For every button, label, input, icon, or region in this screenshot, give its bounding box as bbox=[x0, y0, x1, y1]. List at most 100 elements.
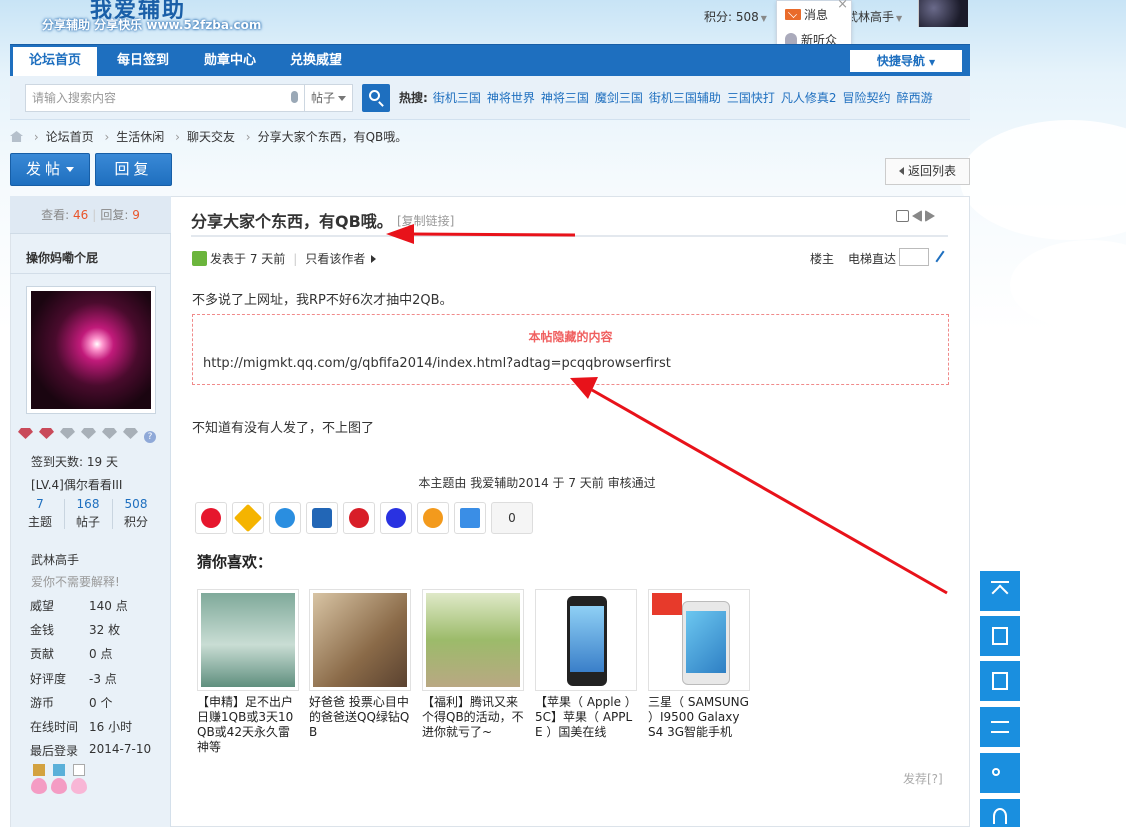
post-text-line: 不知道有没有人发了，不上图了 bbox=[192, 421, 375, 436]
recommend-item[interactable]: 【申精】足不出户日赚1QB或3天10QB或42天永久雷神等 bbox=[197, 589, 299, 755]
copy-link[interactable]: [复制链接] bbox=[397, 212, 454, 229]
attr-value: 0 个 bbox=[89, 696, 113, 710]
weibo-share-icon[interactable] bbox=[195, 502, 227, 534]
quick-nav-button[interactable]: 快捷导航 ▼ bbox=[850, 50, 962, 72]
breadcrumb-item[interactable]: 聊天交友 bbox=[187, 130, 235, 144]
medal-icon[interactable] bbox=[30, 764, 48, 796]
stat-posts[interactable]: 168 帖子 bbox=[66, 497, 110, 530]
tab-forum-home[interactable]: 论坛首页 bbox=[13, 47, 97, 77]
user-level[interactable]: [LV.4]偶尔看看III bbox=[31, 476, 122, 493]
views-count: 46 bbox=[73, 208, 89, 222]
hot-keyword[interactable]: 醉西游 bbox=[897, 91, 933, 105]
hidden-url[interactable]: http://migmkt.qq.com/g/qbfifa2014/index.… bbox=[203, 356, 671, 371]
posted-time: 发表于 7 天前 bbox=[210, 252, 286, 266]
profile-float-button[interactable] bbox=[980, 799, 1020, 827]
hot-keyword[interactable]: 冒险契约 bbox=[843, 91, 891, 105]
hot-keyword[interactable]: 魔剑三国 bbox=[595, 91, 643, 105]
top-username[interactable]: 武林高手 ▼ bbox=[846, 8, 902, 25]
new-post-button[interactable]: 发帖 bbox=[10, 153, 90, 186]
medal-icon[interactable] bbox=[70, 764, 88, 796]
recommend-item[interactable]: 【苹果（ Apple ）5C】苹果（ APPLE ）国美在线 bbox=[535, 589, 637, 740]
audit-note: 本主题由 我爱辅助2014 于 7 天前 审核通过 bbox=[418, 476, 656, 490]
replies-count: 9 bbox=[132, 208, 140, 222]
close-icon[interactable]: × bbox=[837, 0, 848, 12]
attr-key: 在线时间 bbox=[30, 720, 79, 734]
chevron-down-icon bbox=[66, 167, 74, 172]
author-name[interactable]: 操你妈嘞个屁 bbox=[26, 249, 98, 266]
breadcrumb-item[interactable]: 论坛首页 bbox=[46, 130, 94, 144]
hidden-content-box: 本帖隐藏的内容 http://migmkt.qq.com/g/qbfifa201… bbox=[192, 314, 949, 385]
netease-share-icon[interactable] bbox=[343, 502, 375, 534]
tab-daily-signin[interactable]: 每日签到 bbox=[103, 45, 183, 77]
hot-keyword[interactable]: 街机三国 bbox=[433, 91, 481, 105]
tab-exchange[interactable]: 兑换威望 bbox=[276, 45, 356, 77]
share-float-button[interactable] bbox=[980, 753, 1020, 793]
stat-label: 主题 bbox=[27, 515, 52, 529]
site-logo[interactable]: 我爱辅助 分享辅助 分享快乐 www.52fzba.com bbox=[40, 0, 300, 40]
help-icon[interactable]: ? bbox=[144, 431, 156, 443]
qq-share-icon[interactable] bbox=[417, 502, 449, 534]
recommend-item[interactable]: 【福利】腾讯又来个得QB的活动，不进你就亏了~ bbox=[422, 589, 524, 740]
chevron-down-icon: ▼ bbox=[929, 58, 936, 67]
floor-jump-input[interactable] bbox=[899, 248, 929, 266]
reply-button[interactable]: 回复 bbox=[95, 153, 172, 186]
tab-medal-center[interactable]: 勋章中心 bbox=[190, 45, 270, 77]
recommend-help[interactable]: 发荐[?] bbox=[903, 770, 943, 787]
menu-button[interactable] bbox=[980, 707, 1020, 747]
recommend-caption: 【福利】腾讯又来个得QB的活动，不进你就亏了~ bbox=[422, 695, 524, 739]
stat-points[interactable]: 508 积分 bbox=[114, 497, 158, 530]
thread-stats: 查看: 46 | 回复: 9 bbox=[10, 196, 171, 234]
breadcrumb-item[interactable]: 分享大家个东西，有QB哦。 bbox=[258, 130, 408, 144]
jump-label: 电梯直达 bbox=[848, 252, 897, 266]
previous-thread-icon[interactable] bbox=[912, 210, 922, 222]
attr-value: 140 点 bbox=[89, 599, 128, 613]
attr-row: 好评度 -3 点 bbox=[30, 670, 117, 687]
hot-keyword[interactable]: 凡人修真2 bbox=[781, 91, 837, 105]
breadcrumb-separator: › bbox=[104, 130, 110, 144]
print-icon[interactable] bbox=[896, 210, 909, 222]
search-placeholder: 请输入搜索内容 bbox=[32, 91, 117, 105]
back-to-list-button[interactable]: 返回列表 bbox=[885, 158, 970, 185]
breadcrumb-item[interactable]: 生活休闲 bbox=[116, 130, 164, 144]
quick-nav-label: 快捷导航 bbox=[876, 54, 925, 68]
hot-keyword[interactable]: 神将世界 bbox=[487, 91, 535, 105]
renren-share-icon[interactable] bbox=[306, 502, 338, 534]
search-input[interactable]: 请输入搜索内容 bbox=[25, 84, 305, 112]
microphone-icon[interactable] bbox=[291, 91, 298, 103]
attr-key: 威望 bbox=[30, 599, 55, 613]
hot-keyword[interactable]: 三国快打 bbox=[727, 91, 775, 105]
online-status-icon bbox=[192, 251, 207, 266]
top-avatar[interactable] bbox=[918, 0, 968, 27]
recommend-thumbnail bbox=[422, 589, 524, 691]
chevron-left-icon bbox=[898, 167, 904, 175]
post-list-button[interactable] bbox=[980, 616, 1020, 656]
search-type-select[interactable]: 帖子 bbox=[305, 84, 353, 112]
back-to-top-button[interactable] bbox=[980, 571, 1020, 611]
tencent-weibo-share-icon[interactable] bbox=[269, 502, 301, 534]
recommend-item[interactable]: 三星（ SAMSUNG ）I9500 Galaxy S4 3G智能手机 bbox=[648, 589, 750, 740]
only-author-link[interactable]: 只看该作者 bbox=[305, 252, 365, 266]
next-thread-icon[interactable] bbox=[925, 210, 935, 222]
chevron-down-icon: ▼ bbox=[760, 14, 767, 23]
user-score[interactable]: 积分: 508 ▼ bbox=[704, 8, 767, 25]
hot-keyword[interactable]: 神将三国 bbox=[541, 91, 589, 105]
stat-threads[interactable]: 7 主题 bbox=[18, 497, 62, 530]
user-group[interactable]: 武林高手 bbox=[31, 551, 79, 568]
home-icon[interactable] bbox=[10, 131, 23, 142]
search-button[interactable] bbox=[362, 84, 390, 112]
main-nav: 论坛首页 每日签到 勋章中心 兑换威望 快捷导航 ▼ bbox=[10, 44, 970, 77]
search-bar: 请输入搜索内容 帖子 热搜: 街机三国 神将世界 神将三国 魔剑三国 街机三国辅助 三国快打… bbox=[10, 76, 970, 120]
author-avatar[interactable] bbox=[26, 286, 156, 414]
messages-link[interactable]: 消息 bbox=[785, 6, 828, 23]
chevron-down-icon: ▼ bbox=[896, 14, 903, 23]
qzone-share-icon[interactable] bbox=[232, 502, 264, 534]
edit-button[interactable] bbox=[980, 661, 1020, 701]
recommend-item[interactable]: 好爸爸 投票心目中的爸爸送QQ绿钻QB bbox=[309, 589, 411, 740]
mail-icon bbox=[785, 9, 801, 20]
more-share-icon[interactable] bbox=[454, 502, 486, 534]
baidu-share-icon[interactable] bbox=[380, 502, 412, 534]
medal-icon[interactable] bbox=[50, 764, 68, 796]
share-icon bbox=[992, 768, 1000, 776]
hot-keyword[interactable]: 街机三国辅助 bbox=[649, 91, 721, 105]
jump-go-icon[interactable] bbox=[934, 248, 948, 264]
